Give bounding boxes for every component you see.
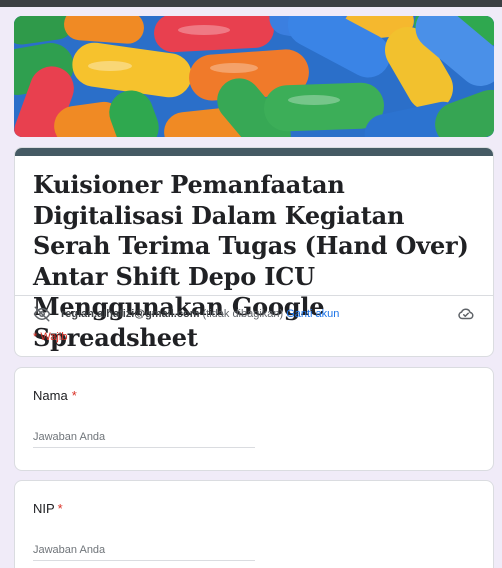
header-divider — [15, 295, 493, 296]
eye-off-icon — [33, 305, 51, 323]
question-title: Nama * — [33, 388, 77, 403]
account-shared-status: (tidak dibagikan) — [202, 308, 284, 320]
question-label: NIP — [33, 501, 55, 516]
account-email: regian.alhafizi@gmail.com — [61, 308, 200, 320]
question-label: Nama — [33, 388, 68, 403]
header-accent-bar — [15, 148, 493, 156]
form-header-card: Kuisioner Pemanfaatan Digitalisasi Dalam… — [14, 147, 494, 357]
switch-account-link[interactable]: Ganti akun — [286, 308, 339, 320]
question-card-nip: NIP * — [14, 480, 494, 568]
nama-answer-input[interactable] — [33, 426, 255, 448]
account-row: regian.alhafizi@gmail.com (tidak dibagik… — [33, 303, 475, 325]
question-title: NIP * — [33, 501, 63, 516]
cloud-check-icon — [457, 305, 475, 323]
question-card-nama: Nama * — [14, 367, 494, 471]
browser-top-strip — [0, 0, 502, 7]
required-note: * Wajib — [33, 331, 68, 343]
required-asterisk: * — [57, 501, 63, 516]
required-asterisk: * — [71, 388, 77, 403]
header-banner-image — [14, 16, 494, 137]
nip-answer-input[interactable] — [33, 539, 255, 561]
